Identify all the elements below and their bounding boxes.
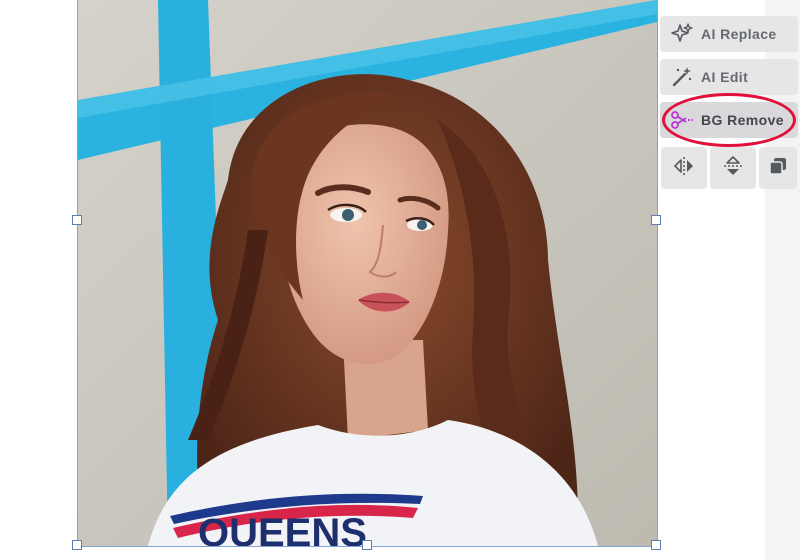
duplicate-button[interactable]	[759, 147, 797, 189]
flip-vertical-button[interactable]	[710, 147, 756, 189]
flip-horizontal-button[interactable]	[661, 147, 707, 189]
ai-replace-label: AI Replace	[701, 26, 777, 42]
resize-handle-bottom-right[interactable]	[651, 540, 661, 550]
flip-vertical-icon	[721, 154, 745, 183]
scissors-icon	[670, 108, 694, 132]
duplicate-icon	[768, 156, 788, 181]
resize-handle-bottom-left[interactable]	[72, 540, 82, 550]
resize-handle-bottom[interactable]	[362, 540, 372, 550]
resize-handle-left[interactable]	[72, 215, 82, 225]
bg-remove-button[interactable]: BG Remove	[660, 102, 798, 138]
ai-replace-button[interactable]: AI Replace	[660, 16, 798, 52]
sparkles-icon	[670, 22, 694, 46]
selected-photo[interactable]: QUEENS	[78, 0, 657, 546]
portrait-image: QUEENS	[78, 0, 657, 546]
shirt-print-text: QUEENS	[198, 511, 367, 546]
flip-horizontal-icon	[672, 154, 696, 183]
ai-edit-button[interactable]: AI Edit	[660, 59, 798, 95]
resize-handle-right[interactable]	[651, 215, 661, 225]
ai-edit-label: AI Edit	[701, 69, 749, 85]
bg-remove-label: BG Remove	[701, 112, 784, 128]
magic-wand-icon	[670, 65, 694, 89]
